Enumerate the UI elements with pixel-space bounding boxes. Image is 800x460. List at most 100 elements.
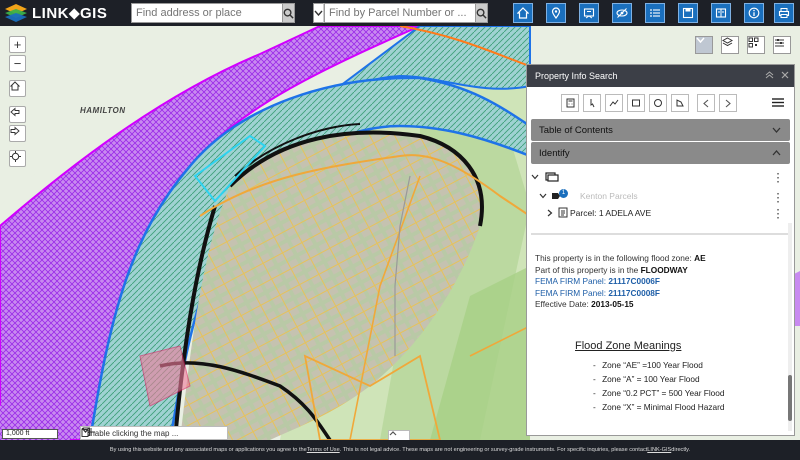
- arrow-right-icon: [10, 126, 20, 136]
- panel-title: Property Info Search: [535, 71, 618, 81]
- sliders-icon: [775, 39, 784, 47]
- firm-panel-1-link[interactable]: 21117C0006F: [608, 276, 660, 286]
- parcel-options-button[interactable]: · · ·: [777, 206, 780, 224]
- identify-tools: [527, 87, 794, 119]
- my-location-button[interactable]: [9, 150, 26, 167]
- identify-point-tool[interactable]: [583, 94, 601, 112]
- locate-button[interactable]: [546, 3, 566, 23]
- chevron-up-icon: [389, 431, 397, 436]
- identify-calculator-tool[interactable]: [561, 94, 579, 112]
- identify-line-tool[interactable]: [605, 94, 623, 112]
- list-item: Zone “X” = Minimal Flood Hazard: [593, 400, 794, 414]
- calculator-icon: [566, 98, 574, 108]
- layer-name-label: Kenton Parcels: [580, 191, 638, 201]
- search-icon: [283, 8, 294, 19]
- enable-map-click-text: Enable clicking the map ...: [85, 428, 179, 438]
- identify-polygon-tool[interactable]: [671, 94, 689, 112]
- identify-rectangle-tool[interactable]: [627, 94, 645, 112]
- identify-circle-tool[interactable]: [649, 94, 667, 112]
- layers-eye-icon: [616, 8, 628, 18]
- print-button[interactable]: [774, 3, 794, 23]
- firm-panel-line-2[interactable]: FEMA FIRM Panel: 21117C0008F: [535, 288, 794, 300]
- terms-of-use-link[interactable]: Terms of Use: [307, 447, 340, 453]
- property-info-panel: Property Info Search Table of Contents I…: [526, 64, 795, 436]
- chevron-down-icon[interactable]: [81, 427, 90, 433]
- expand-attribution-button[interactable]: [388, 430, 410, 440]
- close-panel-button[interactable]: [778, 71, 792, 82]
- chevron-down-icon: [539, 193, 547, 199]
- list-button[interactable]: [645, 3, 665, 23]
- info-icon: [748, 7, 760, 19]
- scale-bar: 1,000 ft: [2, 429, 58, 439]
- results-root-options-button[interactable]: · · ·: [777, 170, 780, 188]
- logo[interactable]: LINK⬥GIS: [4, 3, 116, 23]
- chevron-right-icon: [547, 209, 553, 216]
- contact-link[interactable]: LINK-GIS: [647, 447, 671, 453]
- enable-map-click-bar[interactable]: Enable clicking the map ...: [80, 426, 228, 440]
- chevron-left-icon: [703, 99, 709, 107]
- toc-section-title: Table of Contents: [539, 124, 613, 136]
- qr-code-button[interactable]: [747, 36, 765, 54]
- panel-menu-button[interactable]: [772, 96, 784, 110]
- chevron-down-icon: [314, 10, 323, 16]
- default-extent-button[interactable]: [9, 80, 26, 97]
- info-button[interactable]: [744, 3, 764, 23]
- home-button[interactable]: [513, 3, 533, 23]
- scrollbar-thumb[interactable]: [788, 375, 792, 421]
- zoom-out-button[interactable]: −: [9, 55, 26, 72]
- previous-result-button[interactable]: [697, 94, 715, 112]
- document-icon: [558, 207, 568, 218]
- firm-panel-line-1[interactable]: FEMA FIRM Panel: 21117C0006F: [535, 276, 794, 288]
- identify-section-header[interactable]: Identify: [531, 142, 790, 164]
- parcel-result-label: Parcel: 1 ADELA AVE: [570, 207, 652, 218]
- compare-button[interactable]: [711, 3, 731, 23]
- home-icon: [10, 81, 20, 91]
- address-search-button[interactable]: [282, 3, 295, 23]
- address-search-input[interactable]: [131, 3, 282, 23]
- zoom-in-button[interactable]: +: [9, 36, 26, 53]
- home-icon: [517, 7, 529, 19]
- identify-results-tree: · · · 1 Kenton Parcels · · · Parcel: 1 ADELA…: [527, 165, 794, 233]
- parcel-map-button[interactable]: [579, 3, 599, 23]
- toc-section-header[interactable]: Table of Contents: [531, 119, 790, 141]
- firm-panel-2-link[interactable]: 21117C0008F: [608, 288, 660, 298]
- list-icon: [650, 9, 660, 17]
- parcel-search: [313, 3, 488, 23]
- list-item: Zone “A” = 100 Year Flood: [593, 372, 794, 386]
- parcel-search-dropdown[interactable]: [313, 3, 324, 23]
- effective-date-line: Effective Date: 2013-05-15: [535, 299, 634, 309]
- map-tools-dropdown-button[interactable]: [695, 36, 713, 54]
- collapse-panel-button[interactable]: [762, 70, 776, 82]
- previous-extent-button[interactable]: [9, 106, 26, 123]
- layer-row-kenton-parcels[interactable]: 1 Kenton Parcels: [539, 188, 638, 201]
- address-search: [131, 3, 295, 23]
- footer-disclaimer: By using this website and any associated…: [0, 440, 800, 460]
- save-icon: [682, 7, 694, 19]
- panel-toggle-button[interactable]: [773, 36, 791, 54]
- search-icon: [476, 8, 487, 19]
- layer-options-button[interactable]: · · ·: [777, 190, 780, 208]
- parcel-search-input[interactable]: [324, 3, 475, 23]
- pointer-icon: [590, 99, 594, 108]
- effective-date-value: 2013-05-15: [591, 299, 634, 309]
- qr-code-icon: [748, 37, 759, 48]
- save-button[interactable]: [678, 3, 698, 23]
- panel-scrollbar[interactable]: [788, 223, 792, 431]
- polygon-icon: [676, 99, 684, 107]
- chevron-down-icon: [696, 37, 705, 43]
- chevron-right-icon: [725, 99, 731, 107]
- flood-zone-meanings-title: Flood Zone Meanings: [575, 339, 682, 352]
- result-count-badge: 1: [559, 188, 568, 198]
- logo-stack-icon: [5, 4, 27, 22]
- next-extent-button[interactable]: [9, 125, 26, 142]
- next-result-button[interactable]: [719, 94, 737, 112]
- results-root-row[interactable]: [531, 171, 559, 182]
- parcel-search-button[interactable]: [475, 3, 488, 23]
- layers-visibility-button[interactable]: [612, 3, 632, 23]
- crosshair-icon: [10, 151, 21, 162]
- basemap-layers-button[interactable]: [721, 36, 739, 54]
- flood-zone-meanings-list: Zone “AE” =100 Year Flood Zone “A” = 100…: [593, 358, 794, 414]
- parcel-result-row[interactable]: Parcel: 1 ADELA AVE: [547, 207, 651, 218]
- close-icon: [781, 71, 789, 78]
- circle-icon: [654, 99, 662, 107]
